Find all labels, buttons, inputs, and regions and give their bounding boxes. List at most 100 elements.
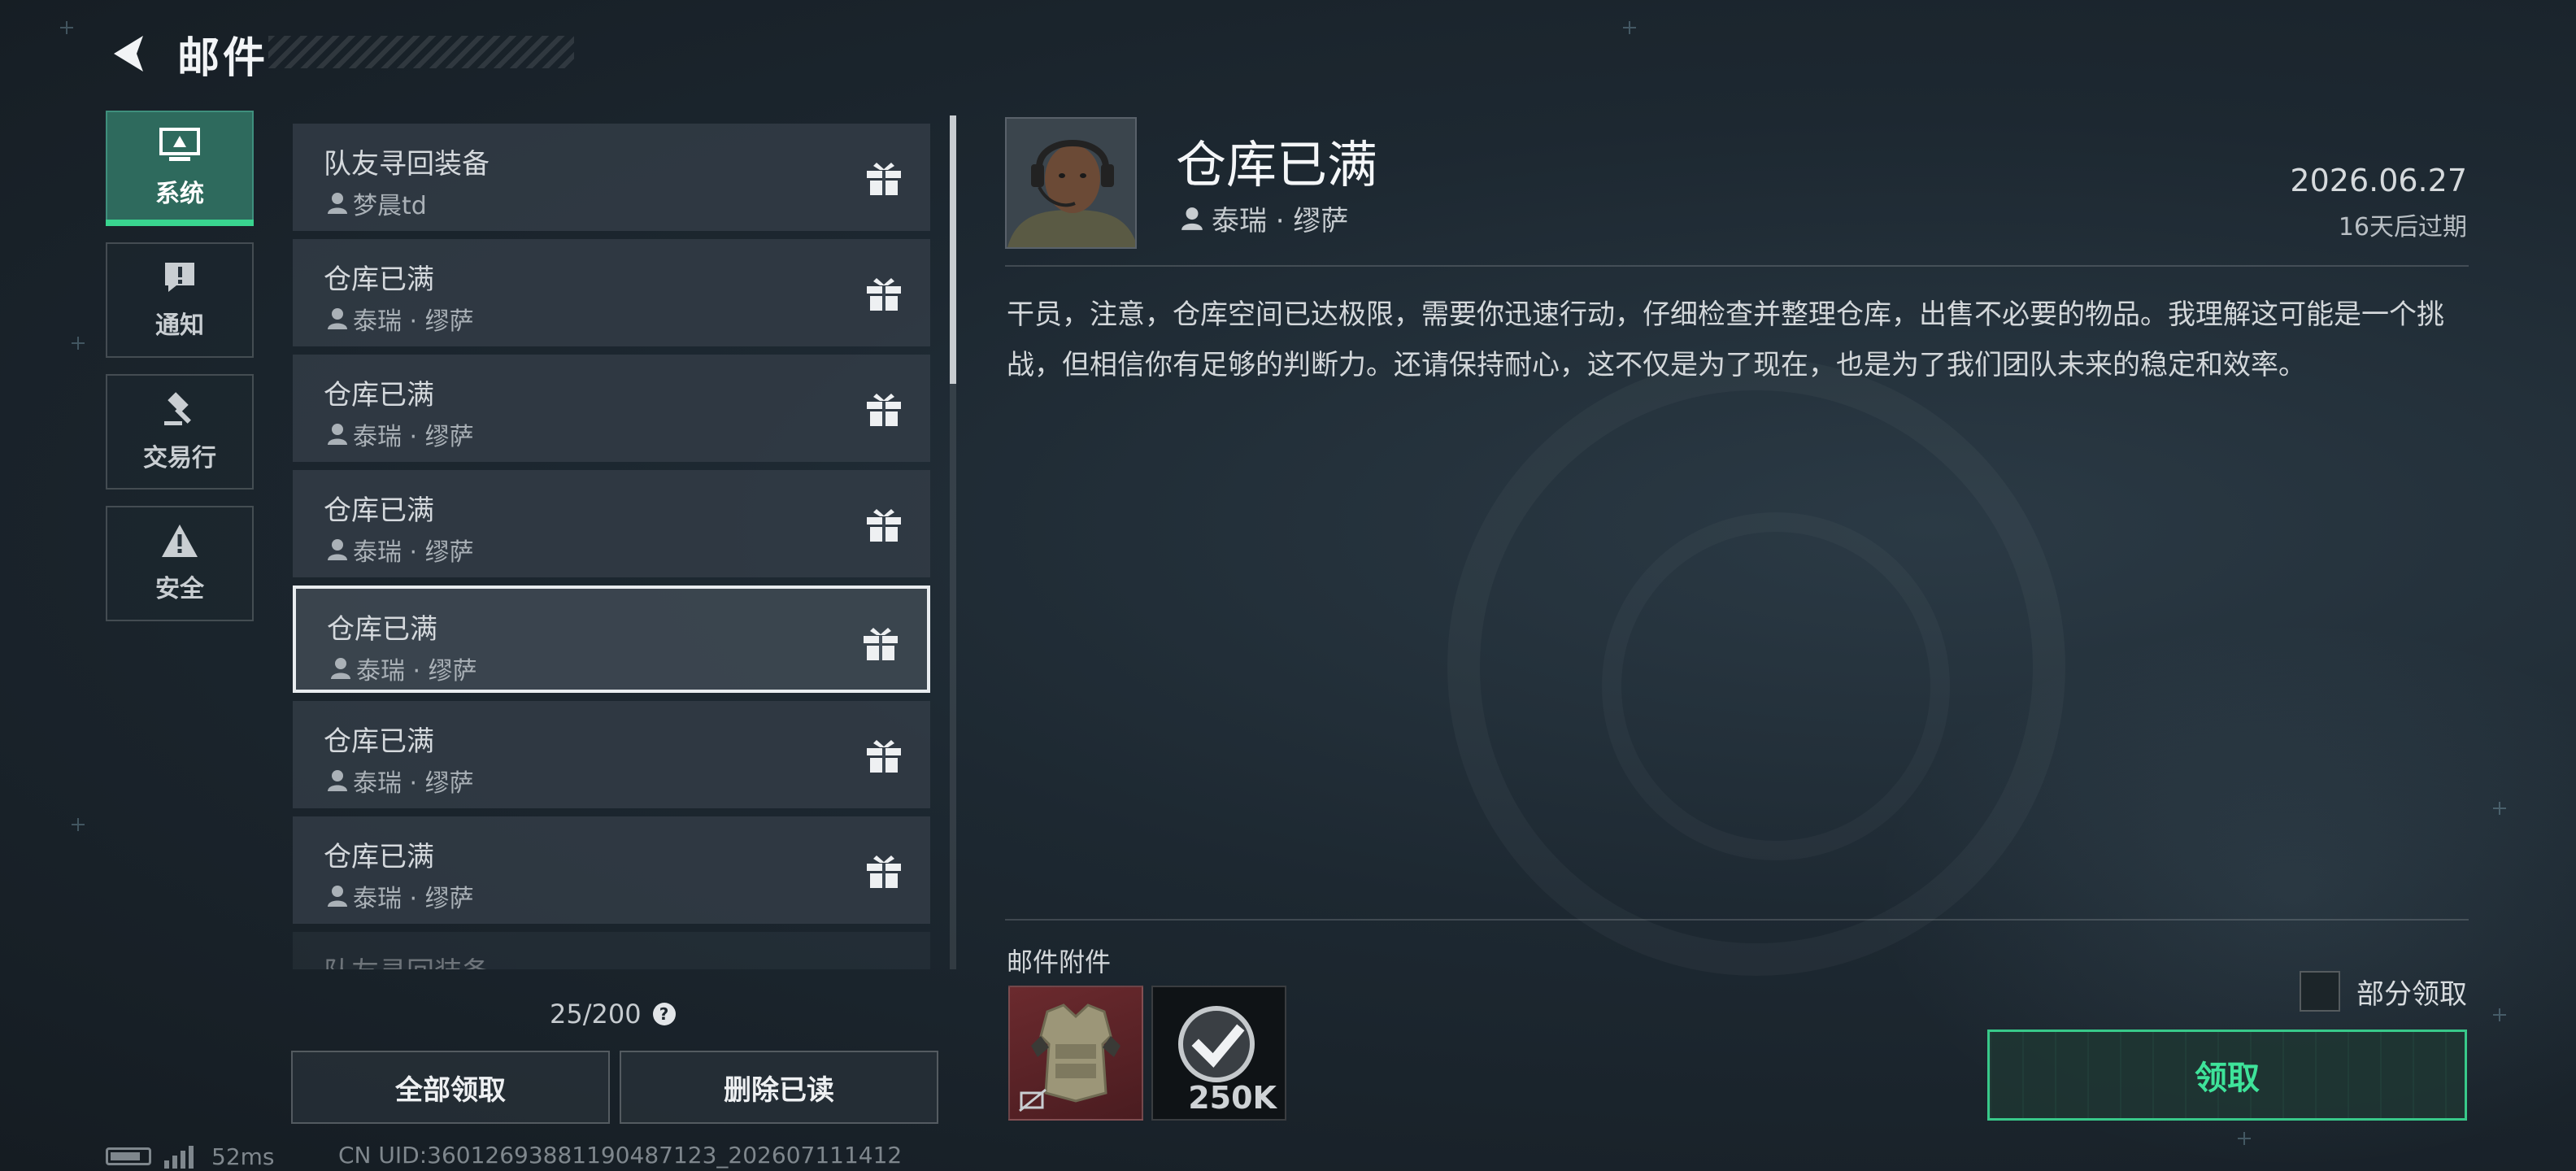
back-arrow-icon: [114, 36, 143, 72]
category-tab-notice[interactable]: 通知: [106, 242, 254, 358]
mail-list-item[interactable]: 队友寻回装备 梦晨td: [293, 124, 930, 231]
person-icon: [1181, 207, 1203, 230]
mail-list-item[interactable]: 仓库已满 泰瑞 · 缪萨: [293, 355, 930, 462]
mail-sender: 泰瑞 · 缪萨: [327, 532, 474, 568]
ping-text: 52ms: [211, 1143, 275, 1170]
mail-list-item[interactable]: 仓库已满 泰瑞 · 缪萨: [293, 470, 930, 577]
mail-list: 队友寻回装备 梦晨td 仓库已满 泰瑞 · 缪萨 仓库已满 泰瑞 · 缪萨 仓库…: [293, 124, 930, 969]
gift-icon: [867, 394, 901, 426]
person-icon: [331, 658, 350, 679]
person-icon: [328, 308, 347, 329]
sender-name: 泰瑞 · 缪萨: [1212, 205, 1349, 237]
category-tab-security[interactable]: 安全: [106, 506, 254, 621]
header: 邮件: [106, 24, 268, 83]
partial-claim-toggle[interactable]: 部分领取: [2300, 971, 2467, 1012]
person-icon: [328, 539, 347, 560]
status-bar: 52ms: [106, 1142, 275, 1171]
category-label: 交易行: [143, 444, 216, 472]
mail-detail-sender: 泰瑞 · 缪萨: [1181, 198, 1348, 238]
mail-detail-title: 仓库已满: [1176, 135, 1378, 194]
attachment-slot-currency[interactable]: 250K: [1151, 986, 1286, 1121]
mail-title: 仓库已满: [324, 725, 434, 758]
mail-title: 仓库已满: [324, 494, 434, 527]
gift-icon: [867, 740, 901, 773]
mail-list-item[interactable]: 仓库已满 泰瑞 · 缪萨: [293, 701, 930, 808]
mail-sender: 泰瑞 · 缪萨: [327, 878, 474, 914]
background-emblem: [1447, 358, 2065, 976]
person-icon: [328, 424, 347, 445]
category-tab-trade[interactable]: 交易行: [106, 374, 254, 490]
category-tab-system[interactable]: 系统: [106, 111, 254, 226]
sender-name: 梦晨td: [353, 192, 427, 220]
attachments-label: 邮件附件: [1007, 947, 1112, 977]
delete-read-button[interactable]: 删除已读: [620, 1051, 938, 1124]
mail-list-item[interactable]: 仓库已满 泰瑞 · 缪萨: [293, 816, 930, 924]
gift-icon: [867, 163, 901, 195]
help-icon[interactable]: ?: [652, 1003, 676, 1025]
mail-list-scrollbar[interactable]: [950, 115, 956, 969]
claim-button[interactable]: 领取: [1987, 1030, 2467, 1121]
gift-icon: [867, 855, 901, 888]
crosshair-decoration: [2238, 1132, 2251, 1145]
category-label: 系统: [155, 180, 204, 208]
sender-name: 泰瑞 · 缪萨: [353, 307, 474, 336]
alert-icon: [165, 263, 194, 292]
sender-name: 泰瑞 · 缪萨: [353, 538, 474, 567]
mail-title: 队友寻回装备: [324, 148, 490, 181]
crosshair-decoration: [72, 337, 85, 350]
avatar-portrait: [1007, 119, 1135, 247]
sender-name: 泰瑞 · 缪萨: [353, 769, 474, 798]
gift-icon: [867, 278, 901, 311]
warning-icon: [162, 525, 198, 557]
uid-text: CN UID:36012693881190487123_202607111412: [338, 1142, 903, 1169]
battery-icon: [106, 1147, 151, 1165]
gavel-icon: [164, 392, 191, 425]
partial-claim-checkbox[interactable]: [2300, 971, 2340, 1012]
sender-name: 泰瑞 · 缪萨: [353, 423, 474, 451]
sender-name: 泰瑞 · 缪萨: [356, 657, 477, 686]
mail-list-item-selected[interactable]: 仓库已满 泰瑞 · 缪萨: [293, 586, 930, 693]
person-icon: [328, 886, 347, 907]
gift-icon: [867, 509, 901, 542]
mail-title: 队友寻回装备: [324, 950, 490, 969]
crosshair-decoration: [72, 818, 85, 831]
mail-sender: 梦晨td: [327, 185, 427, 221]
mail-sender: 泰瑞 · 缪萨: [327, 416, 474, 452]
partial-claim-label: 部分领取: [2356, 977, 2467, 1011]
person-icon: [328, 770, 347, 791]
scrollbar-thumb[interactable]: [950, 115, 956, 384]
title-stripes-decoration: [268, 36, 574, 68]
signal-icon: [164, 1144, 197, 1169]
page-title: 邮件: [177, 33, 269, 83]
claim-all-button[interactable]: 全部领取: [291, 1051, 610, 1124]
gift-icon: [864, 628, 898, 660]
detail-divider: [1005, 265, 2469, 267]
mail-title: 仓库已满: [327, 613, 437, 646]
mail-title: 仓库已满: [324, 379, 434, 411]
mail-list-item[interactable]: 仓库已满 泰瑞 · 缪萨: [293, 239, 930, 346]
claim-button-label: 领取: [2195, 1060, 2260, 1097]
attachments-divider: [1005, 919, 2469, 921]
attachment-slot-armor[interactable]: [1008, 986, 1143, 1121]
mail-body: 干员，注意，仓库空间已达极限，需要你迅速行动，仔细检查并整理仓库，出售不必要的物…: [1007, 298, 2444, 381]
crosshair-decoration: [60, 21, 73, 34]
mail-title: 仓库已满: [324, 263, 434, 296]
mail-list-item[interactable]: 队友寻回装备: [293, 932, 930, 969]
mail-sender: 泰瑞 · 缪萨: [330, 651, 477, 686]
mail-title: 仓库已满: [324, 841, 434, 873]
sender-avatar: [1005, 117, 1137, 249]
mail-count: 25/200 ?: [550, 999, 676, 1030]
sender-name: 泰瑞 · 缪萨: [353, 885, 474, 913]
attachment-quantity: 250K: [1188, 1080, 1277, 1116]
crosshair-decoration: [2493, 1008, 2506, 1021]
mail-date: 2026.06.27: [2290, 163, 2467, 198]
crosshair-decoration: [2493, 802, 2506, 815]
category-label: 安全: [155, 575, 204, 603]
category-label: 通知: [155, 311, 204, 340]
mail-expire: 16天后过期: [2338, 213, 2467, 242]
monitor-icon: [159, 128, 200, 161]
back-button[interactable]: [106, 29, 154, 78]
mail-count-text: 25/200: [550, 999, 642, 1030]
bound-item-icon: [1019, 1088, 1046, 1112]
mail-sender: 泰瑞 · 缪萨: [327, 301, 474, 337]
